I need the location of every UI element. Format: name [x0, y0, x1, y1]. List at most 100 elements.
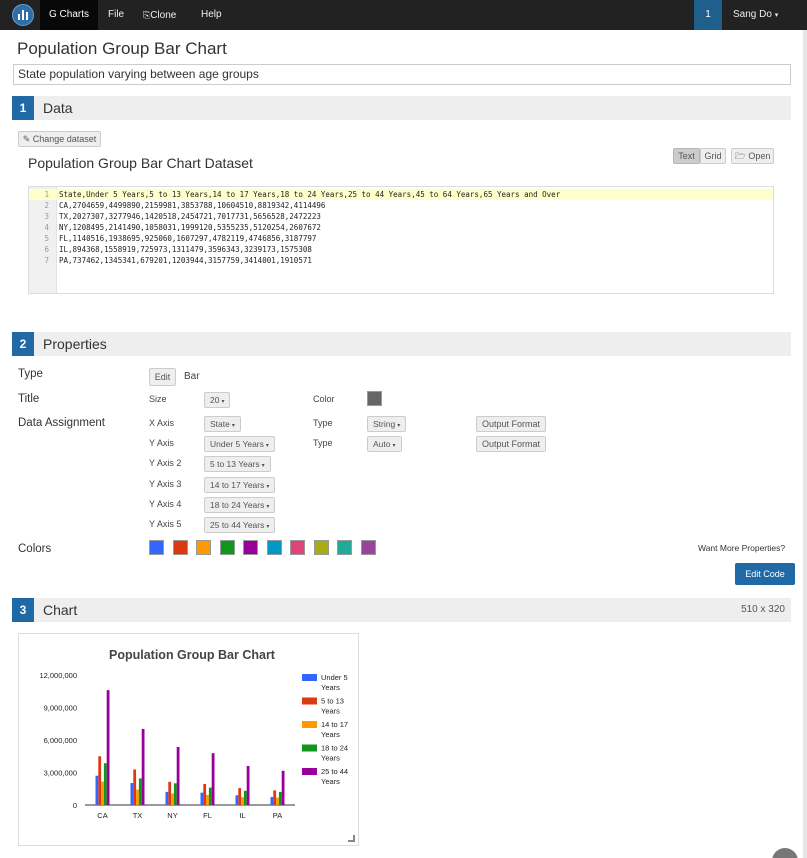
code-line[interactable]: 2 CA,2704659,4499890,2159981,3853788,1060… — [29, 200, 773, 211]
code-line[interactable]: 3 TX,2027307,3277946,1420518,2454721,7017… — [29, 211, 773, 222]
code-line[interactable]: 5 FL,1140516,1938695,925060,1607297,47821… — [29, 233, 773, 244]
caret-down-icon: ▾ — [774, 12, 779, 19]
bar — [165, 791, 169, 805]
menu-clone-label: Clone — [150, 10, 177, 21]
palette-color-swatch[interactable] — [360, 540, 376, 555]
palette-color-swatch[interactable] — [172, 540, 188, 555]
legend-swatch — [302, 768, 317, 775]
caret-down-icon: ▾ — [266, 524, 270, 530]
bar-chart: Population Group Bar Chart 0 3,000,000 6,00… — [39, 648, 348, 820]
palette-color-swatch[interactable] — [196, 540, 211, 555]
brand-link[interactable]: G Charts — [40, 0, 98, 30]
page-title[interactable]: Population Group Bar Chart — [17, 39, 227, 59]
colors-label: Colors — [18, 543, 52, 555]
scroll-top-button[interactable] — [772, 848, 798, 858]
folder-open-icon: 🗁 — [734, 151, 746, 161]
palette-color-swatch[interactable] — [243, 540, 258, 555]
y-axis-4-select[interactable]: 18 to 24 Years ▾ — [204, 497, 276, 513]
caret-down-icon: ▾ — [265, 443, 269, 449]
y-axis-5-value: 25 to 44 Years — [210, 520, 265, 530]
y-type-label: Type — [313, 438, 333, 448]
bar — [276, 797, 279, 805]
menu-clone[interactable]: ⎘Clone — [143, 0, 176, 30]
bar — [136, 789, 139, 805]
palette-color-swatch[interactable] — [313, 540, 329, 555]
palette-color-swatch[interactable] — [149, 540, 164, 555]
menu-help[interactable]: Help — [201, 0, 222, 30]
want-more-properties-link[interactable]: Want More Properties? — [698, 543, 785, 553]
color-label: Color — [313, 394, 335, 404]
notification-badge[interactable]: 1 — [694, 0, 722, 30]
caret-down-icon: ▾ — [392, 443, 396, 449]
x-tick-label: IL — [239, 811, 245, 820]
scrollbar[interactable] — [803, 30, 807, 858]
palette-color-swatch[interactable] — [219, 540, 235, 555]
y-tick-label: 3,000,000 — [44, 769, 77, 778]
code-line[interactable]: 6 IL,894368,1558919,725973,1311479,359634… — [29, 244, 773, 255]
legend-label: Years — [321, 707, 340, 716]
open-label: Open — [748, 151, 771, 161]
x-output-format-button[interactable]: Output Format — [476, 416, 546, 432]
size-select[interactable]: 20 ▾ — [204, 392, 231, 408]
x-axis-label: X Axis — [149, 418, 175, 428]
bar — [138, 778, 142, 805]
bar — [273, 790, 277, 805]
legend-label: 18 to 24 — [321, 744, 348, 753]
y-type-select[interactable]: Auto ▾ — [367, 436, 402, 452]
code-line[interactable]: 4 NY,1208495,2141490,1058031,1999120,5355… — [29, 222, 773, 233]
dataset-text-editor[interactable]: 1 State,Under 5 Years,5 to 13 Years,14 to… — [28, 186, 774, 294]
y-tick-label: 0 — [73, 801, 77, 810]
bar — [200, 792, 204, 805]
legend-label: Years — [321, 683, 340, 692]
palette-color-swatch[interactable] — [290, 540, 305, 555]
y-axis-2-select[interactable]: 5 to 13 Years ▾ — [204, 456, 271, 472]
legend-label: Years — [321, 730, 340, 739]
section-number: 1 — [12, 96, 34, 120]
type-edit-button[interactable]: Edit — [149, 368, 176, 386]
caret-down-icon: ▾ — [397, 423, 401, 429]
title-color-swatch[interactable] — [367, 391, 382, 406]
y-axis-3-select[interactable]: 14 to 17 Years ▾ — [204, 477, 276, 493]
legend-label: 5 to 13 — [321, 697, 344, 706]
chart-size-readout: 510 x 320 — [741, 604, 785, 615]
line-text: TX,2027307,3277946,1420518,2454721,70177… — [59, 212, 321, 221]
open-button[interactable]: 🗁 Open — [731, 148, 774, 164]
bar — [176, 746, 180, 805]
legend-swatch — [302, 674, 317, 681]
y-output-format-button[interactable]: Output Format — [476, 436, 546, 452]
user-menu[interactable]: Sang Do ▾ — [733, 0, 778, 30]
resize-handle[interactable] — [348, 835, 355, 842]
bar — [238, 788, 242, 805]
y-axis-select[interactable]: Under 5 Years ▾ — [204, 436, 275, 452]
bar — [235, 795, 239, 805]
bar — [246, 766, 250, 805]
bar — [141, 728, 145, 805]
grid-view-button[interactable]: Grid — [700, 148, 726, 164]
y-tick-label: 12,000,000 — [39, 671, 77, 680]
code-line[interactable]: 7 PA,737462,1345341,679201,1203944,315775… — [29, 255, 773, 266]
line-number: 1 — [44, 190, 49, 199]
change-dataset-button[interactable]: ✎ Change dataset — [18, 131, 101, 147]
bar-chart-logo-icon[interactable] — [12, 4, 34, 26]
palette-color-swatch[interactable] — [337, 540, 352, 555]
legend-label: 14 to 17 — [321, 720, 348, 729]
edit-code-button[interactable]: Edit Code — [735, 563, 795, 585]
caret-down-icon: ▾ — [266, 484, 270, 490]
caret-down-icon: ▾ — [231, 423, 235, 429]
bar — [206, 794, 209, 805]
palette-color-swatch[interactable] — [266, 540, 282, 555]
y-tick-label: 9,000,000 — [44, 704, 77, 713]
subtitle-input[interactable]: State population varying between age gro… — [13, 64, 791, 85]
x-type-select[interactable]: String ▾ — [367, 416, 407, 432]
caret-down-icon: ▾ — [261, 463, 265, 469]
bar — [243, 790, 247, 805]
menu-file[interactable]: File — [108, 0, 124, 30]
text-view-button[interactable]: Text — [673, 148, 700, 164]
x-axis-select[interactable]: State ▾ — [204, 416, 241, 432]
y-axis-5-select[interactable]: 25 to 44 Years ▾ — [204, 517, 276, 533]
line-text: FL,1140516,1938695,925060,1607297,478211… — [59, 234, 317, 243]
code-line[interactable]: 1 State,Under 5 Years,5 to 13 Years,14 to… — [29, 189, 773, 200]
chart-panel: Population Group Bar Chart 0 3,000,000 6,00… — [18, 633, 359, 846]
y-axis-3-value: 14 to 17 Years — [210, 480, 265, 490]
line-number: 7 — [44, 256, 49, 265]
